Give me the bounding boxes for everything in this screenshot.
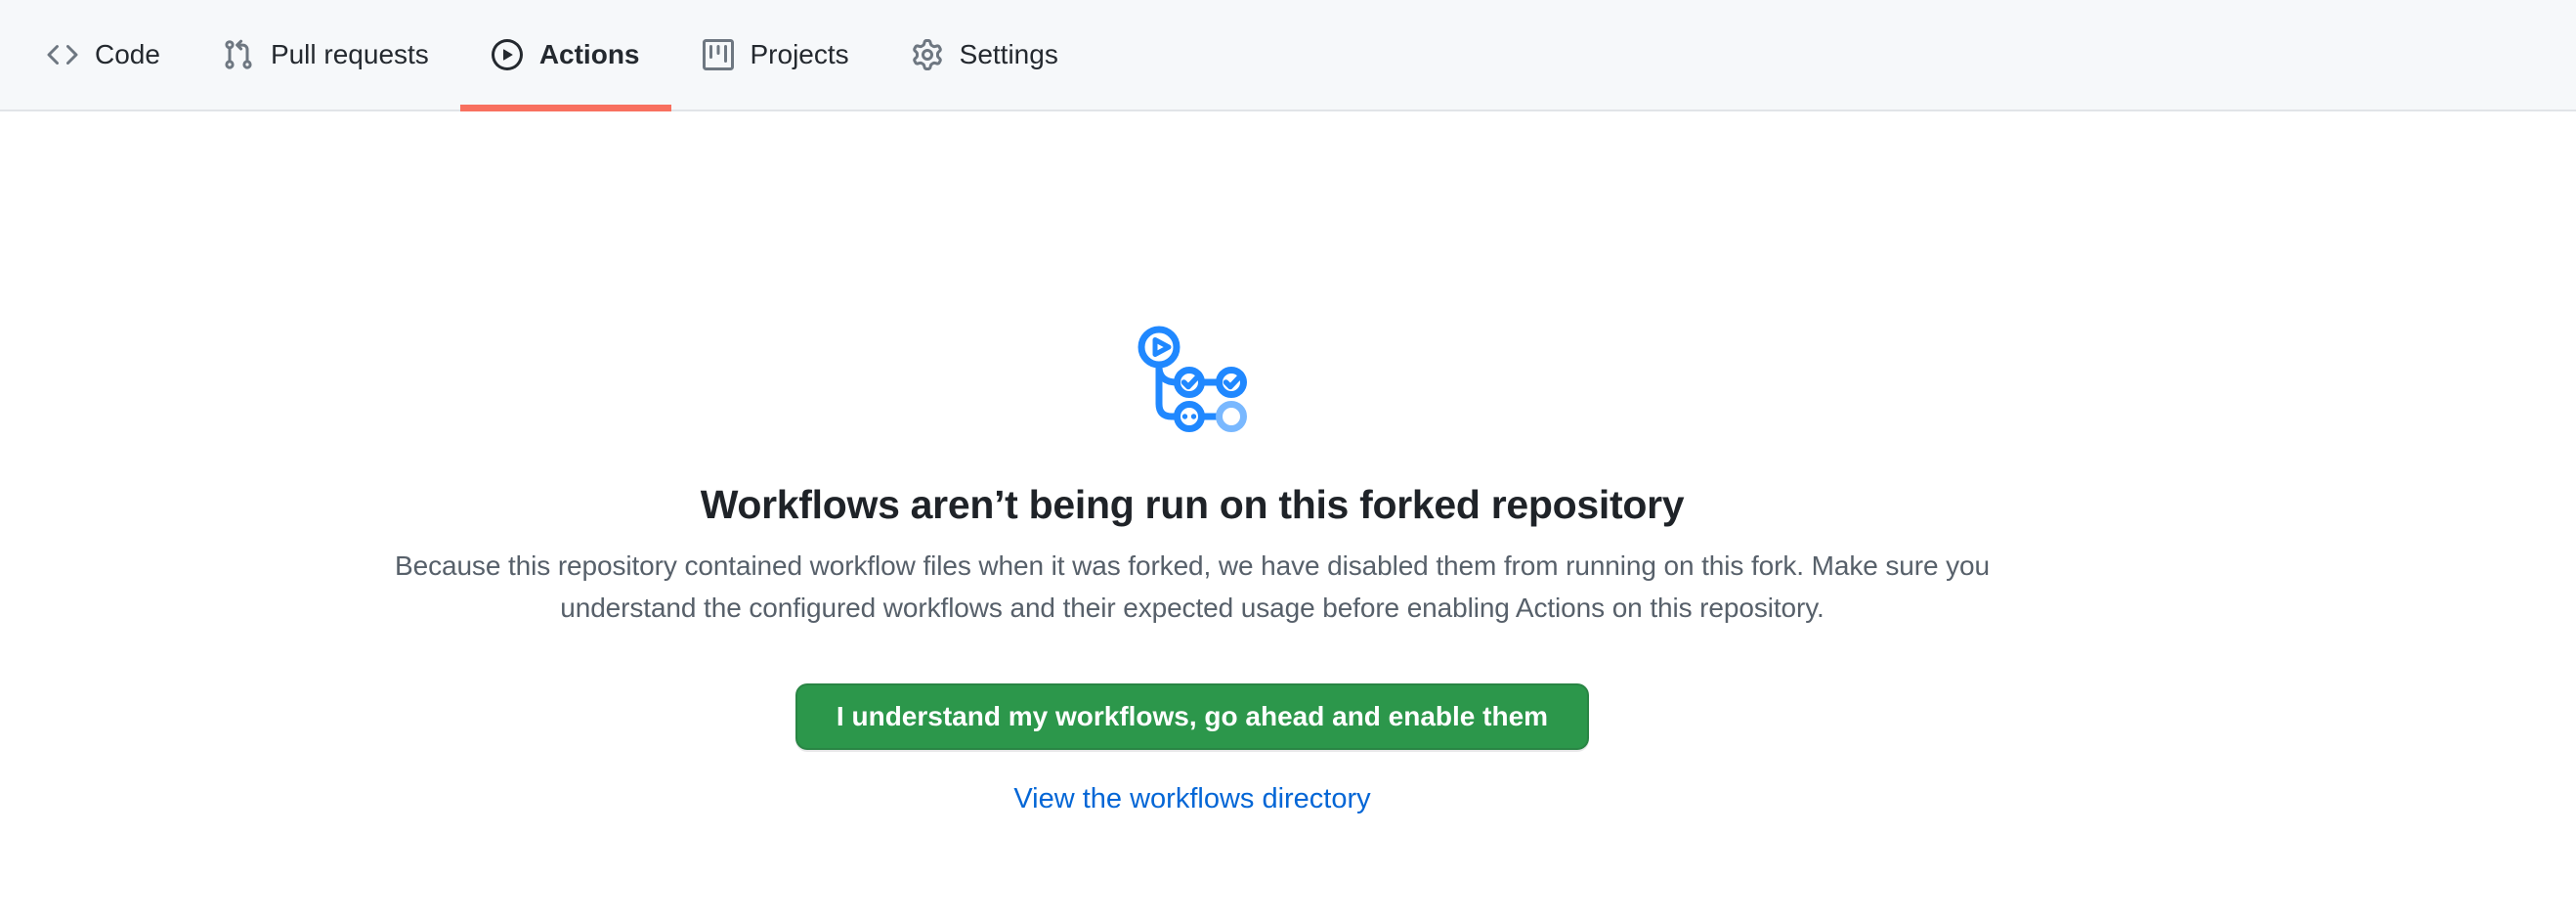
blankslate: Workflows aren’t being run on this forke… [0,111,2384,815]
tab-projects[interactable]: Projects [671,0,880,110]
tab-pull-requests[interactable]: Pull requests [192,0,460,110]
blankslate-title: Workflows aren’t being run on this forke… [701,480,1684,529]
actions-disabled-panel: Workflows aren’t being run on this forke… [0,111,2384,815]
tab-label: Actions [539,39,640,70]
blankslate-description: Because this repository contained workfl… [347,545,2038,629]
code-icon [47,39,78,70]
tab-label: Settings [960,39,1058,70]
tab-label: Code [95,39,160,70]
workflow-graph-icon [1137,323,1248,439]
project-board-icon [703,39,734,70]
tab-code[interactable]: Code [16,0,192,110]
tab-label: Pull requests [271,39,429,70]
enable-workflows-button[interactable]: I understand my workflows, go ahead and … [795,683,1589,750]
tab-settings[interactable]: Settings [880,0,1090,110]
repo-tab-bar: Code Pull requests Actions Projects [0,0,2576,111]
tab-label: Projects [751,39,849,70]
gear-icon [912,39,943,70]
view-workflows-link[interactable]: View the workflows directory [1013,783,1370,815]
play-circle-icon [492,39,523,70]
tab-actions[interactable]: Actions [460,0,671,110]
git-pull-request-icon [223,39,254,70]
